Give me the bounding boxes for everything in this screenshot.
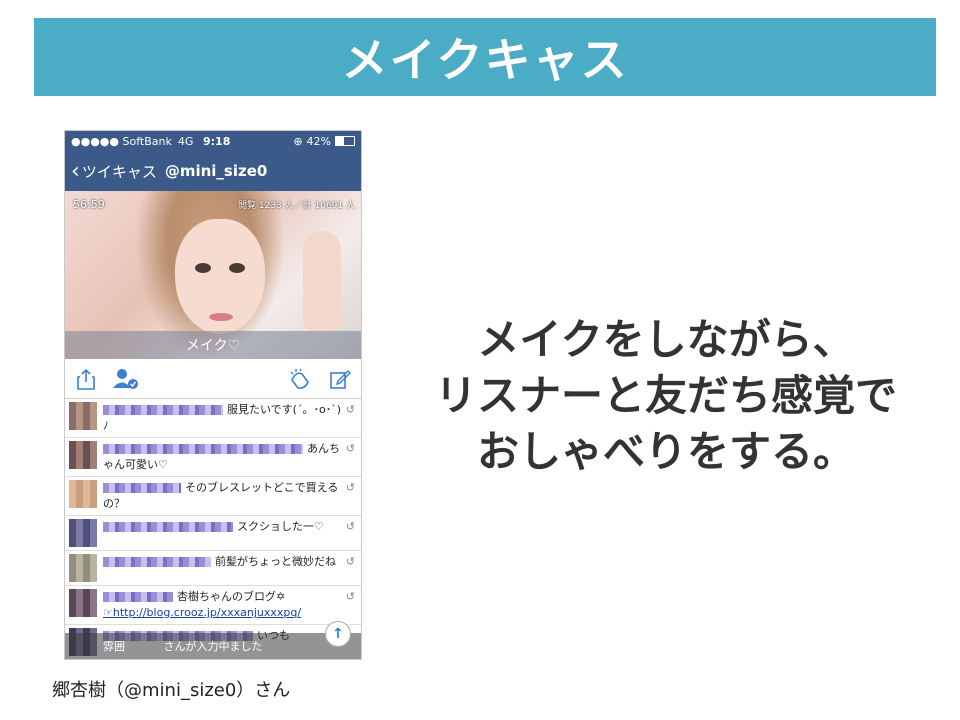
reply-icon[interactable]: ↺: [346, 481, 355, 494]
video-eye-right: [229, 263, 245, 273]
comment-row: 服見たいです(´。･o･`)ﾉ ↺: [65, 399, 361, 438]
video-eye-left: [195, 263, 211, 273]
broadcast-timer: 56:59: [73, 198, 105, 211]
user-check-icon[interactable]: [113, 366, 139, 392]
reply-icon[interactable]: ↺: [346, 590, 355, 603]
message-line-2: リスナーと友だち感覚で: [434, 371, 897, 420]
scroll-up-icon[interactable]: ↑: [325, 621, 351, 647]
avatar: [69, 441, 97, 469]
slide-title: メイクキャス: [341, 33, 629, 87]
status-bar: ●●●●● SoftBank 4G 9:18 ⊕ 42%: [65, 131, 361, 151]
back-button[interactable]: ツイキャス: [82, 161, 157, 182]
comment-row: そのブレスレットどこで買えるの？ ↺: [65, 477, 361, 516]
network-label: 4G: [177, 134, 194, 148]
nav-bar: ‹ ツイキャス @mini_size0: [65, 151, 361, 191]
avatar: [69, 480, 97, 508]
avatar: [69, 554, 97, 582]
blurred-username: [103, 483, 181, 493]
blurred-username: [103, 557, 211, 567]
carrier-label: ●●●●● SoftBank: [71, 134, 172, 148]
share-icon[interactable]: [73, 366, 99, 392]
comment-row: 前髪がちょっと微妙だね ↺: [65, 551, 361, 586]
credit-caption: 郷杏樹（@mini_size0）さん: [52, 680, 291, 701]
clap-icon[interactable]: [287, 366, 313, 392]
comment-text: 前髪がちょっと微妙だね: [215, 555, 336, 568]
slide-message: メイクをしながら、 リスナーと友だち感覚で おしゃべりをする。: [386, 312, 946, 480]
alarm-icon: ⊕: [293, 134, 303, 148]
blurred-username: [103, 405, 223, 415]
partial-text: 雰囲: [103, 640, 125, 653]
reply-icon[interactable]: ↺: [346, 442, 355, 455]
message-line-1: メイクをしながら、: [477, 315, 855, 364]
title-banner: メイクキャス: [34, 18, 936, 96]
avatar: [69, 519, 97, 547]
message-line-3: おしゃべりをする。: [476, 427, 855, 476]
status-time: 9:18: [203, 134, 231, 148]
partial-text-end: ました: [229, 640, 263, 653]
video-peace-hand: [303, 231, 341, 331]
comment-list: 服見たいです(´。･o･`)ﾉ ↺ あんちゃん可愛い♡ ↺ そのブレスレットどこ…: [65, 399, 361, 659]
broadcast-caption: メイク♡: [65, 331, 361, 359]
comment-row: あんちゃん可愛い♡ ↺: [65, 438, 361, 477]
comment-text: スクショした一♡: [237, 520, 324, 533]
comment-text: 杏樹ちゃんのブログ✡: [177, 590, 286, 603]
blog-link[interactable]: ☞http://blog.crooz.jp/xxxanjuxxxpq/: [103, 606, 301, 619]
phone-screenshot: ●●●●● SoftBank 4G 9:18 ⊕ 42% ‹ ツイキャス @mi…: [64, 130, 362, 660]
comment-row: スクショした一♡ ↺: [65, 516, 361, 551]
nav-handle: @mini_size0: [164, 162, 268, 180]
blurred-username: [103, 522, 233, 532]
video-lips: [209, 313, 233, 321]
live-video[interactable]: 56:59 閲覧 1233 人／計 10691 人 メイク♡: [65, 191, 361, 359]
typing-indicator: 雰囲 さんが入力中 ました: [65, 633, 361, 659]
blurred-username: [103, 592, 173, 602]
back-chevron-icon[interactable]: ‹: [71, 159, 80, 184]
battery-label: 42%: [306, 134, 331, 148]
typing-text: さんが入力中: [163, 640, 230, 653]
reply-icon[interactable]: ↺: [346, 555, 355, 568]
reply-icon[interactable]: ↺: [346, 403, 355, 416]
blurred-username: [103, 444, 303, 454]
compose-icon[interactable]: [327, 366, 353, 392]
avatar: [69, 589, 97, 617]
comment-row: 杏樹ちゃんのブログ✡ ☞http://blog.crooz.jp/xxxanjux…: [65, 586, 361, 625]
broadcast-toolbar: [65, 359, 361, 399]
view-count: 閲覧 1233 人／計 10691 人: [238, 201, 355, 211]
avatar: [69, 402, 97, 430]
battery-icon: [335, 136, 355, 146]
reply-icon[interactable]: ↺: [346, 520, 355, 533]
